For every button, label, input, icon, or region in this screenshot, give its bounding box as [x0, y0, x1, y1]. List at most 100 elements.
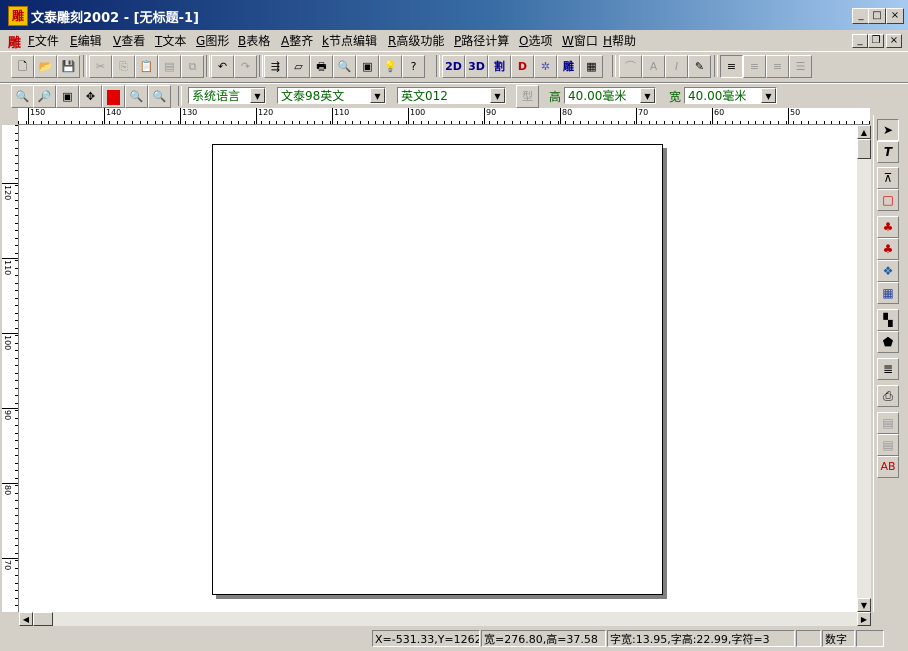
- text-arc-icon[interactable]: ⌒: [619, 55, 642, 78]
- menu-item-4[interactable]: G图形: [196, 33, 229, 49]
- carve-button[interactable]: 雕: [557, 55, 580, 78]
- type-button[interactable]: 型: [516, 85, 539, 108]
- new-file-icon[interactable]: 🗋: [11, 55, 34, 78]
- help-icon[interactable]: ?: [402, 55, 425, 78]
- chevron-down-icon[interactable]: ▼: [370, 88, 385, 103]
- fill-bucket-icon[interactable]: ⬟: [877, 331, 899, 353]
- stack-tool2-icon[interactable]: ▤: [877, 434, 899, 456]
- output-icon[interactable]: ▦: [580, 55, 603, 78]
- menu-item-6[interactable]: A整齐: [281, 33, 313, 49]
- paste-special-icon[interactable]: ▤: [158, 55, 181, 78]
- zoom-selection-icon[interactable]: [102, 85, 125, 108]
- node-color-icon[interactable]: ♣: [877, 238, 899, 260]
- align-center-icon[interactable]: ≡: [743, 55, 766, 78]
- doc-minimize-button[interactable]: _: [852, 34, 868, 48]
- vertical-ruler[interactable]: 120 110 100 90 80 70: [2, 125, 19, 612]
- vertical-scroll-thumb[interactable]: [857, 139, 871, 159]
- node-edit-icon[interactable]: ♣: [877, 216, 899, 238]
- save-icon[interactable]: 💾: [57, 55, 80, 78]
- d-button[interactable]: D: [511, 55, 534, 78]
- scroll-right-icon[interactable]: ▶: [857, 612, 871, 626]
- chevron-down-icon[interactable]: ▼: [761, 88, 776, 103]
- scroll-left-icon[interactable]: ◀: [19, 612, 33, 626]
- menu-item-7[interactable]: k节点编辑: [322, 33, 377, 49]
- ruler-major-tick: [560, 108, 561, 124]
- text-edit-icon[interactable]: ✎: [688, 55, 711, 78]
- chevron-down-icon[interactable]: ▼: [640, 88, 655, 103]
- align-left-icon[interactable]: ≡: [720, 55, 743, 78]
- drawing-canvas[interactable]: [19, 125, 857, 612]
- ab-text-icon[interactable]: AB: [877, 456, 899, 478]
- menu-item-3[interactable]: T文本: [155, 33, 186, 49]
- ruler-tick: [648, 121, 650, 124]
- menu-item-9[interactable]: P路径计算: [454, 33, 509, 49]
- text-block-icon[interactable]: ≣: [877, 358, 899, 380]
- text-tool-icon[interactable]: T: [877, 141, 899, 163]
- ruler-tick: [603, 121, 605, 124]
- engrave-pattern-icon[interactable]: ✲: [534, 55, 557, 78]
- pan-icon[interactable]: ✥: [79, 85, 102, 108]
- undo-icon[interactable]: ↶: [211, 55, 234, 78]
- zoom-out-icon[interactable]: 🔎: [33, 85, 56, 108]
- scroll-down-icon[interactable]: ▼: [857, 598, 871, 612]
- ruler-tick: [276, 121, 278, 124]
- zoom-in-icon[interactable]: 🔍: [11, 85, 34, 108]
- stack-tool-icon[interactable]: ▤: [877, 412, 899, 434]
- zoom-fit-icon[interactable]: 🔍: [148, 85, 171, 108]
- zoom-page-icon[interactable]: ▣: [56, 85, 79, 108]
- table-tool-icon[interactable]: ▦: [877, 282, 899, 304]
- vertical-scrollbar[interactable]: [857, 125, 871, 612]
- menu-item-8[interactable]: R高级功能: [388, 33, 444, 49]
- page-tool-icon[interactable]: ⎙: [877, 385, 899, 407]
- clone-icon[interactable]: ⧉: [181, 55, 204, 78]
- select-arrow-icon[interactable]: ➤: [877, 119, 899, 141]
- menu-item-11[interactable]: W窗口: [562, 33, 598, 49]
- menu-item-2[interactable]: V查看: [113, 33, 145, 49]
- ruler-tick: [816, 121, 817, 124]
- menu-item-0[interactable]: F文件: [28, 33, 59, 49]
- italic-frame-icon[interactable]: ▱: [287, 55, 310, 78]
- import-icon[interactable]: ⇶: [264, 55, 287, 78]
- chevron-down-icon[interactable]: ▼: [490, 88, 505, 103]
- paste-icon[interactable]: 📋: [135, 55, 158, 78]
- ruler-tick: [15, 447, 18, 449]
- menu-item-5[interactable]: B表格: [238, 33, 270, 49]
- 2d-button[interactable]: 2D: [442, 55, 465, 78]
- horizontal-ruler[interactable]: 150 140 130 120 110 100 90 80 70 60 50: [18, 108, 870, 125]
- ruler-tick: [740, 121, 741, 124]
- graphics-tool-icon[interactable]: ❖: [877, 260, 899, 282]
- shape-edit-icon[interactable]: ⊼: [877, 167, 899, 189]
- horizontal-scroll-thumb[interactable]: [33, 612, 53, 626]
- menu-item-10[interactable]: O选项: [519, 33, 552, 49]
- text-frame-icon[interactable]: A: [642, 55, 665, 78]
- ruler-tick: [800, 121, 802, 124]
- menu-item-1[interactable]: E编辑: [70, 33, 102, 49]
- italic-icon[interactable]: I: [665, 55, 688, 78]
- open-folder-icon[interactable]: 📂: [34, 55, 57, 78]
- ruler-tick: [869, 121, 870, 124]
- align-justify-icon[interactable]: ☰: [789, 55, 812, 78]
- menu-item-12[interactable]: H帮助: [603, 33, 636, 49]
- horizontal-scrollbar[interactable]: [19, 612, 871, 626]
- cut-path-button[interactable]: 割: [488, 55, 511, 78]
- rectangle-tool-icon[interactable]: □: [877, 189, 899, 211]
- color-palette-icon[interactable]: ▚: [877, 309, 899, 331]
- page-setup-icon[interactable]: ▣: [356, 55, 379, 78]
- 3d-button[interactable]: 3D: [465, 55, 488, 78]
- close-button[interactable]: ×: [886, 8, 904, 24]
- maximize-button[interactable]: □: [868, 8, 886, 24]
- copy-icon[interactable]: ⎘: [112, 55, 135, 78]
- doc-restore-button[interactable]: ❐: [868, 34, 884, 48]
- ruler-tick: [15, 200, 18, 201]
- print-preview-icon[interactable]: 🔍: [333, 55, 356, 78]
- chevron-down-icon[interactable]: ▼: [250, 88, 265, 103]
- scroll-up-icon[interactable]: ▲: [857, 125, 871, 139]
- cut-icon[interactable]: ✂: [89, 55, 112, 78]
- tip-bulb-icon[interactable]: 💡: [379, 55, 402, 78]
- redo-icon[interactable]: ↷: [234, 55, 257, 78]
- zoom-all-icon[interactable]: 🔍: [125, 85, 148, 108]
- doc-close-button[interactable]: ×: [886, 34, 902, 48]
- print-icon[interactable]: 🖶: [310, 55, 333, 78]
- align-right-icon[interactable]: ≡: [766, 55, 789, 78]
- document-page[interactable]: [212, 144, 663, 595]
